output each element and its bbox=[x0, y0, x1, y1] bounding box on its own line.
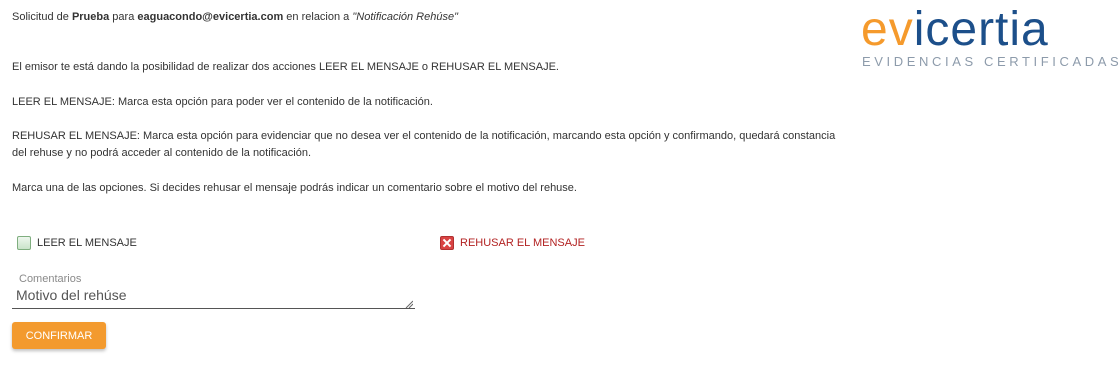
resize-grip-icon[interactable] bbox=[405, 300, 413, 308]
notification-subject: "Notificación Rehúse" bbox=[352, 11, 458, 23]
header-relation: en relacion a bbox=[286, 11, 350, 23]
logo-tagline: EVIDENCIAS CERTIFICADAS bbox=[862, 54, 1120, 69]
instruction-text: Marca una de las opciones. Si decides re… bbox=[12, 182, 577, 194]
logo-rest: icertia bbox=[913, 3, 1049, 56]
read-description: LEER EL MENSAJE: Marca esta opción para … bbox=[12, 96, 433, 108]
read-checkbox-icon[interactable] bbox=[17, 236, 31, 250]
sender-name: Prueba bbox=[71, 11, 110, 23]
read-message-option[interactable]: LEER EL MENSAJE bbox=[17, 236, 137, 250]
recipient-email: eaguacondo@evicertia.com bbox=[137, 11, 284, 23]
comments-textarea[interactable] bbox=[12, 287, 415, 309]
refuse-x-icon[interactable] bbox=[440, 236, 454, 250]
evicertia-logo: evicertia EVIDENCIAS CERTIFICADAS bbox=[861, 4, 1119, 70]
logo-ev: ev bbox=[861, 3, 914, 56]
read-option-label[interactable]: LEER EL MENSAJE bbox=[37, 236, 137, 250]
confirm-button[interactable]: CONFIRMAR bbox=[12, 322, 106, 349]
header-mid: para bbox=[112, 11, 135, 23]
logo-wordmark: evicertia bbox=[861, 4, 1049, 56]
comments-label: Comentarios bbox=[19, 273, 82, 285]
refuse-message-option[interactable]: REHUSAR EL MENSAJE bbox=[440, 236, 585, 250]
intro-text: El emisor te está dando la posibilidad d… bbox=[12, 61, 559, 73]
refuse-option-label[interactable]: REHUSAR EL MENSAJE bbox=[460, 236, 585, 250]
refuse-description-line-1: REHUSAR EL MENSAJE: Marca esta opción pa… bbox=[12, 130, 836, 142]
refuse-description-line-2: del rehuse y no podrá acceder al conteni… bbox=[12, 147, 312, 159]
request-header: Solicitud de Prueba para eaguacondo@evic… bbox=[12, 9, 458, 26]
header-prefix: Solicitud de bbox=[12, 11, 69, 23]
